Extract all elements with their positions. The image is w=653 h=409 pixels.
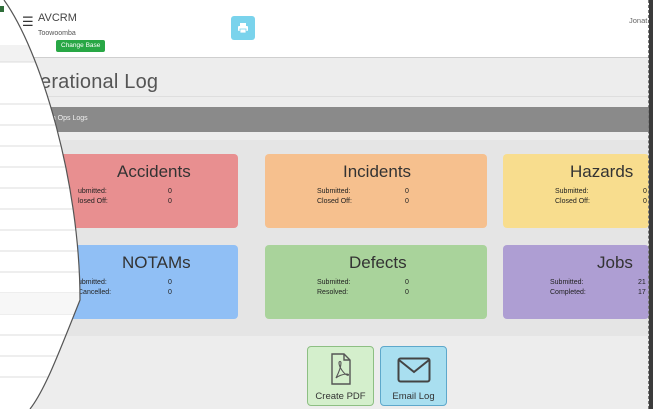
magnifier-lens-overlay: [0, 0, 81, 409]
sidebar-menu: [0, 0, 80, 409]
right-edge-bar: [649, 0, 653, 409]
